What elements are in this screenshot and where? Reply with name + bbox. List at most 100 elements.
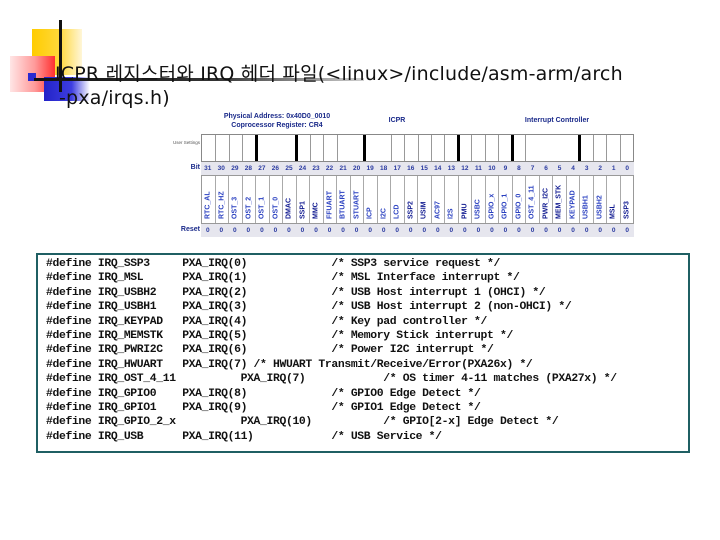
field-cell: GPIO_x [484, 176, 499, 223]
reset-value: 0 [490, 227, 494, 234]
bit-number: 4 [571, 165, 575, 172]
field-separator [430, 135, 432, 161]
field-cell: RTC_HZ [214, 176, 229, 223]
field-name: USIM [420, 201, 428, 220]
reset-value: 0 [219, 227, 224, 234]
bit-number: 14 [434, 165, 442, 172]
field-name: SSP3 [623, 201, 631, 219]
slide-title: ICPR 레지스터와 IRQ 헤더 파일(<linux>/include/asm… [55, 62, 623, 110]
code-line: #define IRQ_PWRI2C PXA_IRQ(6) /* Power I… [46, 344, 494, 357]
field-separator [242, 135, 244, 161]
bit-number: 7 [530, 165, 535, 172]
bit-number: 16 [407, 165, 415, 172]
bit-number: 21 [339, 165, 347, 172]
register-address: Physical Address: 0x40D0_0010 Coprocesso… [202, 112, 352, 130]
code-line: #define IRQ_MEMSTK PXA_IRQ(5) /* Memory … [46, 330, 513, 343]
reset-value: 0 [246, 227, 251, 234]
field-separator [404, 135, 406, 161]
reset-value: 0 [287, 227, 291, 234]
field-cell: BTUART [336, 176, 350, 223]
reset-value: 0 [571, 227, 575, 234]
field-name: USBH2 [596, 195, 604, 219]
field-name: SSP2 [407, 201, 415, 219]
field-name: ICP [366, 207, 374, 219]
reset-value: 0 [341, 227, 345, 234]
reset-row-label: Reset [180, 226, 200, 233]
slide-title-line1: ICPR 레지스터와 IRQ 헤더 파일(<linux>/include/asm… [55, 63, 623, 85]
bit-number: 22 [325, 165, 334, 172]
field-cell: FFUART [322, 176, 337, 223]
field-name: I2S [447, 208, 455, 219]
reset-value: 0 [544, 227, 548, 234]
field-name: AC97 [434, 201, 442, 219]
field-name: LCD [393, 204, 401, 219]
reset-value: 0 [611, 227, 616, 234]
field-name: OST_0 [272, 196, 280, 219]
field-name: USBC [474, 199, 482, 219]
field-cell: MEM_STK [552, 176, 566, 223]
code-line: #define IRQ_HWUART PXA_IRQ(7) /* HWUART … [46, 358, 533, 371]
nibble-separator [510, 135, 514, 161]
field-name: FFUART [326, 191, 334, 219]
slide-title-line2: -pxa/irqs.h) [59, 87, 170, 109]
code-line: #define IRQ_MSL PXA_IRQ(1) /* MSL Interf… [46, 272, 520, 285]
field-cell: KEYPAD [565, 176, 580, 223]
bit-number: 6 [544, 165, 548, 172]
field-name: MSL [609, 204, 617, 219]
code-line: #define IRQ_USB PXA_IRQ(11) /* USB Servi… [46, 430, 442, 443]
reset-value: 0 [395, 227, 400, 234]
field-name-row: RTC_AL RTC_HZ OST_3 OST_2 OST_1 OST_0 DMAC SSP1… [201, 175, 634, 224]
reset-value: 0 [476, 227, 481, 234]
field-name: PMU [461, 203, 469, 219]
field-name: RTC_HZ [218, 191, 226, 219]
field-separator [228, 135, 230, 161]
field-cell: GPIO_1 [498, 176, 512, 223]
field-cell: OST_1 [255, 176, 269, 223]
bit-number: 20 [352, 165, 361, 172]
field-separator [525, 135, 527, 161]
field-name: PWR_I2C [542, 187, 550, 219]
bit-number: 8 [517, 165, 521, 172]
reset-value: 0 [598, 227, 602, 234]
field-separator [592, 135, 594, 161]
reset-value: 0 [354, 227, 359, 234]
code-line: #define IRQ_OST_4_11 PXA_IRQ(7) /* OS ti… [46, 373, 617, 386]
field-cell: USBH2 [592, 176, 607, 223]
reset-value: 0 [300, 227, 305, 234]
nibble-separator [456, 135, 460, 161]
field-separator [323, 135, 325, 161]
field-cell: OST_0 [268, 176, 283, 223]
reset-value: 0 [584, 227, 589, 234]
bit-number: 11 [474, 165, 482, 172]
reset-value: 0 [408, 227, 413, 234]
field-separator [390, 135, 392, 161]
physical-address: Physical Address: 0x40D0_0010 [223, 113, 331, 120]
field-name: DMAC [285, 198, 293, 219]
register-unit: Interrupt Controller [524, 117, 590, 124]
field-cell: STUART [349, 176, 364, 223]
reset-value-row: 0 0 0 0 0 0 0 0 0 0 0 0 0 0 0 0 0 0 0 0 0 0 0 0 0 0 0 0 0 0 0 0 [201, 224, 634, 237]
code-listing: #define IRQ_SSP3 PXA_IRQ(0) /* SSP3 serv… [46, 257, 617, 444]
bit-number: 12 [461, 165, 469, 172]
reset-value: 0 [449, 227, 454, 234]
field-separator [498, 135, 500, 161]
field-cell: LCD [390, 176, 404, 223]
code-line: #define IRQ_USBH1 PXA_IRQ(3) /* USB Host… [46, 301, 572, 314]
code-line: #define IRQ_GPIO_2_x PXA_IRQ(10) /* GPIO… [46, 416, 559, 429]
bit-number: 24 [298, 165, 307, 172]
field-cell: GPIO_0 [511, 176, 526, 223]
bit-number: 9 [503, 165, 508, 172]
field-name: I2C [380, 208, 388, 219]
bit-number-row: 31 30 29 28 27 26 25 24 23 22 21 20 19 18 17 16 15 14 13 12… [201, 162, 634, 175]
field-name: GPIO_0 [515, 193, 523, 219]
reset-value: 0 [422, 227, 427, 234]
bit-number: 23 [312, 165, 320, 172]
bit-number: 18 [380, 165, 388, 172]
code-line: #define IRQ_GPIO1 PXA_IRQ(9) /* GPIO1 Ed… [46, 402, 481, 415]
field-cell: DMAC [282, 176, 296, 223]
nibble-separator [362, 135, 366, 161]
bit-number: 2 [598, 165, 602, 172]
field-name: USBH1 [582, 195, 590, 219]
reset-value: 0 [517, 227, 521, 234]
irq-header-code-box: #define IRQ_SSP3 PXA_IRQ(0) /* SSP3 serv… [36, 253, 690, 453]
